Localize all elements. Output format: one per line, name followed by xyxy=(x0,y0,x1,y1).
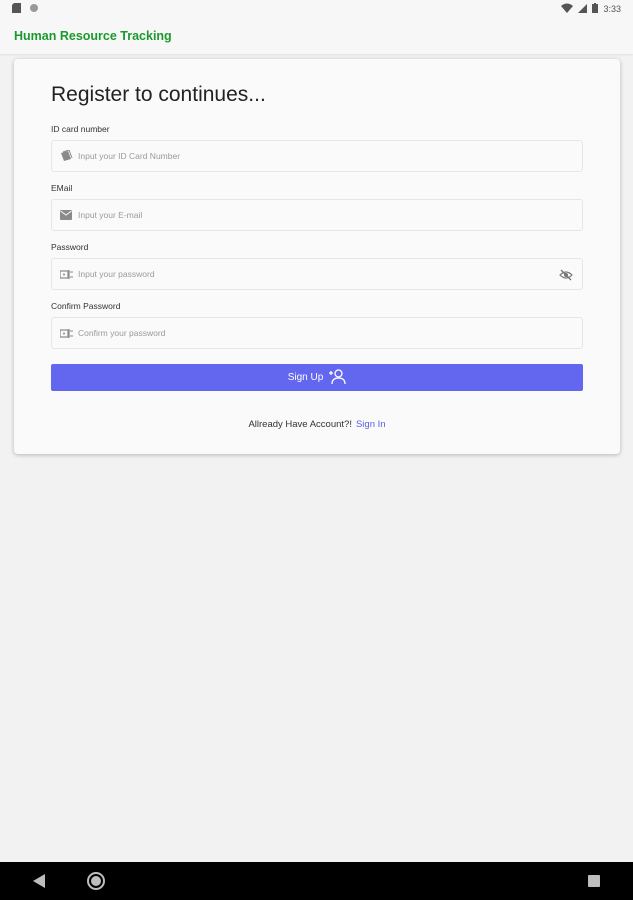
wifi-icon xyxy=(561,3,574,15)
add-user-icon xyxy=(329,368,346,387)
app-bar: Human Resource Tracking xyxy=(0,18,633,54)
sign-in-row: Allready Have Account?! Sign In xyxy=(14,419,620,430)
sd-card-icon xyxy=(12,3,21,15)
sign-in-link[interactable]: Sign In xyxy=(356,419,386,430)
password-field[interactable] xyxy=(51,258,583,290)
home-icon[interactable] xyxy=(86,871,106,896)
password-input[interactable] xyxy=(78,269,548,279)
confirm-password-label: Confirm Password xyxy=(51,301,121,311)
eye-off-icon[interactable] xyxy=(559,268,573,282)
email-field[interactable] xyxy=(51,199,583,231)
confirm-password-input[interactable] xyxy=(78,328,548,338)
confirm-password-field[interactable] xyxy=(51,317,583,349)
battery-icon xyxy=(592,3,599,15)
sign-in-prompt: Allready Have Account?! xyxy=(248,419,352,430)
email-input[interactable] xyxy=(78,210,548,220)
mail-icon xyxy=(59,208,73,222)
recent-apps-icon[interactable] xyxy=(588,875,600,887)
password-label: Password xyxy=(51,242,89,252)
navigation-bar xyxy=(0,862,633,900)
password-icon xyxy=(59,326,73,340)
page-title: Register to continues... xyxy=(51,83,266,106)
sign-up-button[interactable]: Sign Up xyxy=(51,364,583,391)
password-icon xyxy=(59,267,73,281)
id-card-field[interactable] xyxy=(51,140,583,172)
id-card-label: ID card number xyxy=(51,124,110,134)
sign-up-label: Sign Up xyxy=(287,372,324,383)
email-label: EMail xyxy=(51,183,73,193)
app-title: Human Resource Tracking xyxy=(14,29,172,43)
id-card-icon xyxy=(59,149,73,163)
clock-time: 3:33 xyxy=(603,4,621,14)
status-bar: 3:33 xyxy=(0,0,633,18)
register-card: Register to continues... ID card number … xyxy=(14,59,620,454)
back-icon[interactable] xyxy=(33,874,45,893)
id-card-input[interactable] xyxy=(78,151,548,161)
sync-icon xyxy=(29,3,39,15)
signal-icon xyxy=(578,3,588,15)
